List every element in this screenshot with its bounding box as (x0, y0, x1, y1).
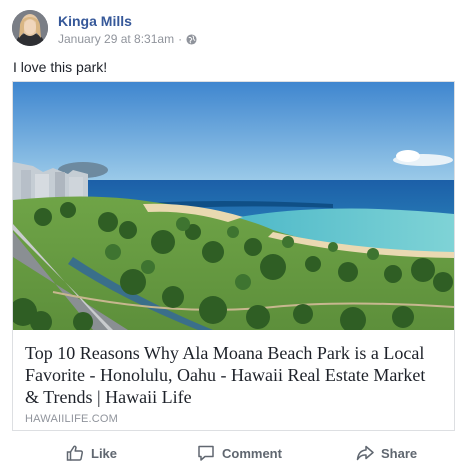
share-button[interactable]: Share (356, 444, 417, 462)
beach-park-photo[interactable] (13, 82, 454, 330)
thumbs-up-icon (66, 444, 84, 462)
share-label: Share (381, 445, 418, 461)
meta-separator: · (178, 32, 183, 46)
like-label: Like (91, 445, 118, 461)
post-meta: January 29 at 8:31am · (58, 32, 197, 46)
globe-icon[interactable] (186, 33, 197, 45)
post-actions-bar: Like Comment Share (0, 440, 464, 470)
avatar[interactable] (12, 10, 48, 46)
post-timestamp[interactable]: January 29 at 8:31am (58, 32, 174, 46)
post-status-text: I love this park! (13, 59, 108, 75)
facebook-post: Kinga Mills January 29 at 8:31am · I lov… (0, 0, 464, 470)
author-name[interactable]: Kinga Mills (58, 13, 132, 29)
comment-label: Comment (222, 445, 282, 461)
link-preview-card[interactable]: Top 10 Reasons Why Ala Moana Beach Park … (12, 81, 455, 431)
comment-bubble-icon (197, 444, 215, 462)
link-domain: HAWAIILIFE.COM (25, 413, 119, 425)
share-arrow-icon (356, 444, 374, 462)
comment-button[interactable]: Comment (197, 444, 282, 462)
like-button[interactable]: Like (66, 444, 117, 462)
link-title[interactable]: Top 10 Reasons Why Ala Moana Beach Park … (25, 342, 442, 408)
